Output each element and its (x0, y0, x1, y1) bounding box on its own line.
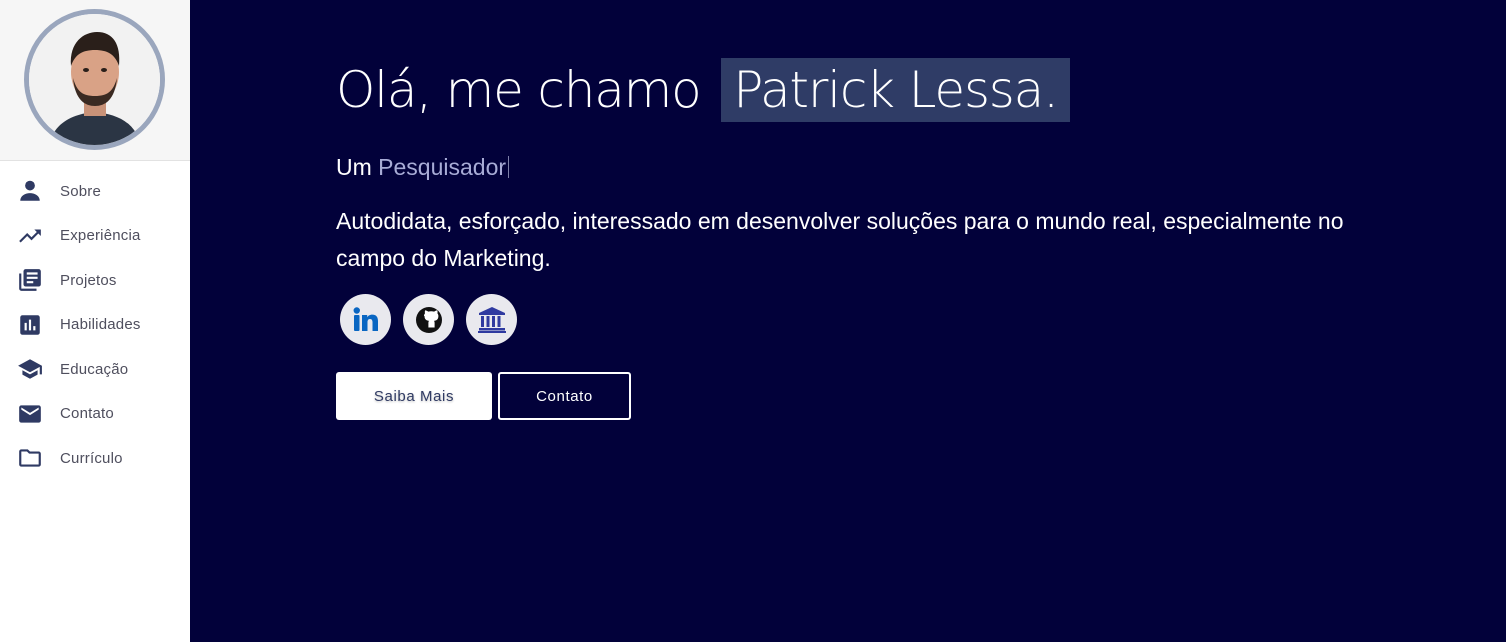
saiba-mais-button[interactable]: Saiba Mais (336, 372, 492, 420)
avatar-photo (29, 14, 160, 145)
sidebar-item-label: Experiência (60, 227, 141, 245)
institution-icon (477, 306, 506, 333)
greeting-text: Olá, me chamo (336, 61, 702, 119)
hero-section: Olá, me chamo Patrick Lessa. Um Pesquisa… (336, 58, 1436, 420)
sidebar-nav: Sobre Experiência Projetos Habilidades E… (0, 161, 190, 481)
sidebar-item-label: Educação (60, 360, 129, 378)
contato-button[interactable]: Contato (498, 372, 631, 420)
sidebar-item-label: Currículo (60, 449, 123, 467)
trending-up-icon (17, 223, 43, 249)
graduation-cap-icon (17, 356, 43, 382)
description: Autodidata, esforçado, interessado em de… (336, 208, 1344, 271)
main-content: Olá, me chamo Patrick Lessa. Um Pesquisa… (190, 0, 1506, 642)
sidebar-item-sobre[interactable]: Sobre (0, 169, 190, 214)
github-icon (415, 306, 442, 333)
sidebar-item-projetos[interactable]: Projetos (0, 258, 190, 303)
profile-header (0, 0, 190, 161)
linkedin-icon (353, 306, 378, 331)
institution-link[interactable] (466, 294, 517, 345)
sidebar-item-habilidades[interactable]: Habilidades (0, 303, 190, 348)
sidebar-item-label: Habilidades (60, 316, 141, 334)
social-links (340, 294, 1436, 345)
sidebar: Sobre Experiência Projetos Habilidades E… (0, 0, 190, 642)
sidebar-item-experiencia[interactable]: Experiência (0, 214, 190, 259)
typing-cursor (508, 156, 510, 178)
sidebar-item-educacao[interactable]: Educação (0, 347, 190, 392)
name-highlight: Patrick Lessa. (721, 58, 1070, 122)
bar-chart-icon (17, 312, 43, 338)
action-buttons: Saiba Mais Contato (336, 372, 1436, 420)
sidebar-item-curriculo[interactable]: Currículo (0, 436, 190, 481)
page-title: Olá, me chamo Patrick Lessa. (336, 58, 1436, 122)
mail-icon (17, 401, 43, 427)
person-icon (17, 178, 43, 204)
sidebar-item-label: Projetos (60, 271, 117, 289)
sidebar-item-label: Sobre (60, 182, 102, 200)
sidebar-item-label: Contato (60, 405, 114, 423)
github-link[interactable] (403, 294, 454, 345)
role-text: Pesquisador (378, 154, 507, 180)
subtitle: Um Pesquisador (336, 154, 1436, 181)
library-books-icon (17, 267, 43, 293)
avatar (24, 9, 165, 150)
sidebar-item-contato[interactable]: Contato (0, 392, 190, 437)
subtitle-prefix: Um (336, 154, 372, 180)
linkedin-link[interactable] (340, 294, 391, 345)
folder-icon (17, 445, 43, 471)
